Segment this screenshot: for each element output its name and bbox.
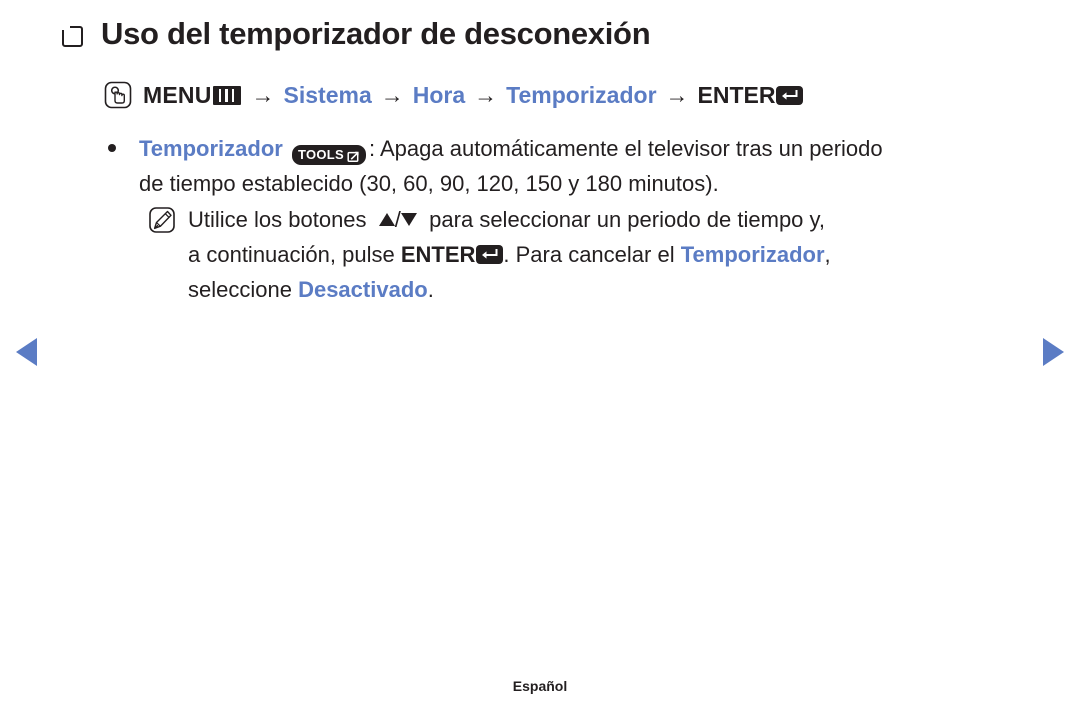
pencil-note-icon [148, 206, 176, 234]
bullet-line: Temporizador TOOLS : Apaga automáticament… [100, 131, 1030, 201]
triangle-down-icon [400, 213, 417, 226]
checkbox-square-icon [61, 25, 83, 47]
bullet-keyword: Temporizador [139, 136, 283, 161]
note-line2-middle: . Para cancelar el [503, 242, 675, 267]
menu-step-hora[interactable]: Hora [413, 82, 465, 109]
note-block: Utilice los botones / para seleccionar u… [148, 202, 1028, 307]
note-enter-label: ENTER [400, 242, 476, 267]
hand-press-icon [103, 80, 133, 110]
note-line2-prefix: a continuación, pulse [188, 242, 395, 267]
page-title-row: Uso del temporizador de desconexión [61, 16, 651, 52]
bullet-dot-icon [108, 144, 116, 152]
menu-step-temporizador[interactable]: Temporizador [506, 82, 656, 109]
bullet-paragraph-block: Temporizador TOOLS : Apaga automáticament… [100, 131, 1030, 201]
page-title: Uso del temporizador de desconexión [101, 16, 651, 51]
path-separator-3: → [474, 81, 498, 108]
enter-label: ENTER [697, 81, 776, 108]
note-line3-prefix: seleccione [188, 277, 292, 302]
footer-language-label: Español [512, 678, 568, 694]
note-line1-suffix: para seleccionar un periodo de tiempo y, [429, 207, 825, 232]
bullet-text-part2: de tiempo establecido (30, 60, 90, 120, … [139, 171, 719, 196]
triangle-left-icon[interactable] [16, 338, 37, 366]
note-text: Utilice los botones / para seleccionar u… [188, 202, 831, 307]
tools-badge: TOOLS [291, 145, 366, 165]
path-separator-1: → [251, 81, 275, 108]
bullet-text-part1: : Apaga automáticamente el televisor tra… [369, 136, 883, 161]
menu-bars-icon [212, 85, 241, 105]
tools-arrow-icon [347, 138, 360, 173]
tools-badge-label: TOOLS [297, 147, 344, 162]
path-separator-4: → [665, 81, 689, 108]
triangle-right-icon[interactable] [1043, 338, 1064, 366]
enter-return-icon [776, 85, 804, 105]
note-keyword-desactivado: Desactivado [298, 277, 428, 302]
note-line3-suffix: . [427, 277, 434, 302]
note-keyword-temporizador: Temporizador [680, 242, 825, 267]
note-line2-comma: , [824, 242, 831, 267]
menu-step-sistema[interactable]: Sistema [284, 82, 372, 109]
triangle-up-icon [378, 213, 395, 226]
note-line1-prefix: Utilice los botones [188, 207, 367, 232]
path-separator-2: → [380, 81, 404, 108]
menu-path-breadcrumb: MENU → Sistema → Hora → Temporizador → E… [103, 80, 804, 110]
menu-label: MENU [143, 81, 212, 108]
bullet-text: Temporizador TOOLS : Apaga automáticament… [139, 131, 883, 201]
enter-return-icon [476, 245, 504, 264]
